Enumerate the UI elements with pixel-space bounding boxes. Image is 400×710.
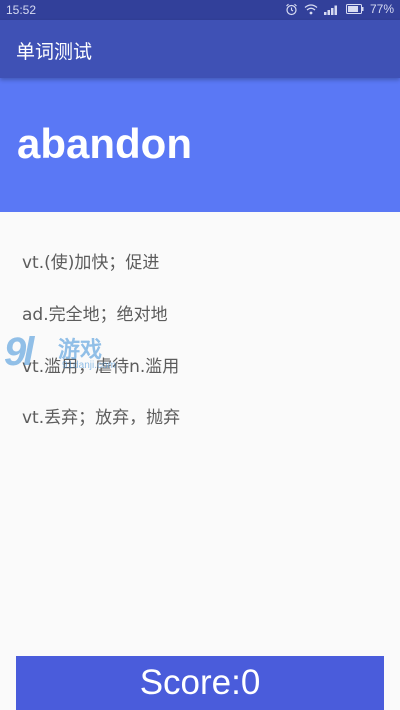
answer-option-2[interactable]: ad.完全地；绝对地: [22, 300, 168, 325]
signal-icon: [323, 3, 340, 15]
app-title: 单词测试: [16, 41, 93, 63]
status-time: 15:52: [6, 3, 37, 17]
answer-option-1[interactable]: vt.(使)加快；促进: [22, 248, 159, 273]
answer-option-4[interactable]: vt.丢弃；放弃，抛弃: [22, 403, 180, 428]
answer-option-3[interactable]: vt.滥用，虐待n.滥用: [22, 352, 179, 377]
wifi-icon: [304, 3, 318, 15]
app-bar: 单词测试: [0, 20, 400, 78]
status-icons: 77%: [285, 2, 394, 16]
alarm-icon: [285, 3, 298, 16]
battery-percent: 77%: [369, 2, 394, 16]
status-bar: 15:52 77%: [0, 0, 400, 20]
score-bar: Score:0: [16, 656, 384, 710]
score-label: Score:0: [139, 663, 261, 702]
word-header: abandon: [0, 78, 400, 212]
quiz-word: abandon: [17, 120, 192, 168]
battery-icon: [345, 4, 364, 14]
